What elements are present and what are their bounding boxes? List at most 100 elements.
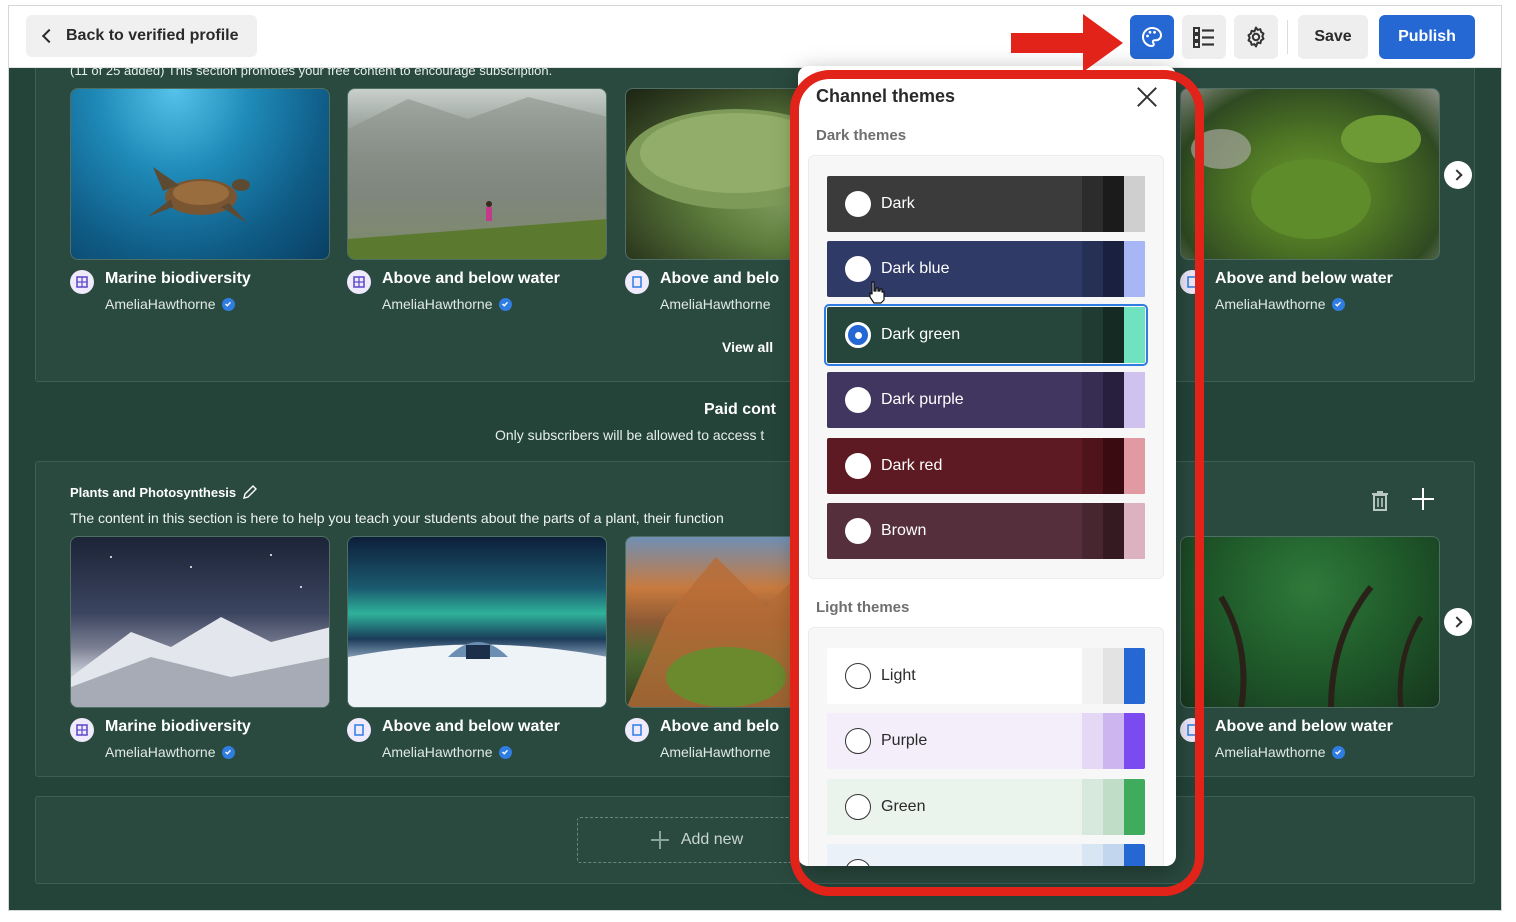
radio-button[interactable] <box>845 663 871 689</box>
author-name: AmeliaHawthorne <box>105 296 216 312</box>
dark-themes-list: Dark Dark blue Dark green Dark purple Da… <box>808 155 1164 579</box>
theme-label: Purple <box>881 732 928 749</box>
content-card[interactable]: Above and below water AmeliaHawthorne <box>347 88 607 324</box>
theme-label: Dark green <box>881 326 961 343</box>
theme-option-light[interactable]: Light <box>827 648 1145 704</box>
radio-button[interactable] <box>845 728 871 754</box>
swatch-3 <box>1124 307 1145 363</box>
grid-icon <box>70 718 94 742</box>
verified-check-icon <box>498 297 512 311</box>
theme-option-dark[interactable]: Dark <box>827 176 1145 232</box>
swatch-2 <box>1103 779 1124 835</box>
publish-button[interactable]: Publish <box>1379 15 1475 59</box>
verified-check-icon <box>498 745 512 759</box>
panel-title: Channel themes <box>816 86 956 106</box>
carousel-next-button[interactable] <box>1444 161 1472 189</box>
card-title: Above and belo <box>660 718 780 735</box>
radio-button[interactable] <box>845 256 871 282</box>
content-card[interactable]: Above and below water AmeliaHawthorne <box>347 536 607 772</box>
swatch-2 <box>1103 241 1124 297</box>
theme-label: Dark purple <box>881 391 964 408</box>
card-thumbnail <box>1180 88 1440 260</box>
channel-themes-panel: Channel themes Dark themes Dark Dark blu… <box>798 66 1176 866</box>
free-content-section: (11 of 25 added) This section promotes y… <box>35 46 1475 382</box>
paid-content-title: Paid cont <box>704 401 777 418</box>
palette-icon <box>1142 26 1163 48</box>
card-title: Above and below water <box>1215 718 1393 735</box>
radio-button-selected[interactable] <box>845 322 871 348</box>
swatch-3 <box>1124 503 1145 559</box>
content-card[interactable]: Above and below water AmeliaHawthorne <box>1180 88 1440 324</box>
swatch-1 <box>1082 779 1103 835</box>
themes-button[interactable] <box>1130 15 1174 59</box>
add-new-section-button[interactable]: Add new <box>577 817 817 863</box>
card-author: AmeliaHawthorne <box>382 296 512 312</box>
settings-button[interactable] <box>1234 15 1278 59</box>
theme-option-dark-green[interactable]: Dark green <box>824 304 1148 366</box>
content-card[interactable]: Above and below water AmeliaHawthorne <box>1180 536 1440 772</box>
carousel-next-button[interactable] <box>1444 608 1472 636</box>
swatch-2 <box>1103 438 1124 494</box>
card-thumbnail <box>70 88 330 260</box>
document-icon <box>347 718 371 742</box>
swatch-2 <box>1103 307 1124 363</box>
dark-themes-heading: Dark themes <box>816 127 907 144</box>
pencil-icon[interactable] <box>242 484 258 500</box>
swatch-3 <box>1124 438 1145 494</box>
card-author: AmeliaHawthorne <box>1215 744 1345 760</box>
content-card[interactable]: Marine biodiversity AmeliaHawthorne <box>70 88 330 324</box>
light-themes-heading: Light themes <box>816 599 910 616</box>
swatch-1 <box>1082 713 1103 769</box>
swatch-3 <box>1124 713 1145 769</box>
radio-button[interactable] <box>845 859 871 866</box>
verified-check-icon <box>221 745 235 759</box>
swatch-3 <box>1124 372 1145 428</box>
swatch-3 <box>1124 844 1145 866</box>
verified-check-icon <box>221 297 235 311</box>
mossy-rocks-image <box>1191 115 1421 239</box>
save-button[interactable]: Save <box>1298 15 1368 59</box>
swatch-1 <box>1082 372 1103 428</box>
radio-button[interactable] <box>845 387 871 413</box>
plants-section: Plants and Photosynthesis The content in… <box>35 461 1475 777</box>
theme-option-dark-red[interactable]: Dark red <box>827 438 1145 494</box>
author-name: AmeliaHawthorne <box>382 296 493 312</box>
theme-option-dark-purple[interactable]: Dark purple <box>827 372 1145 428</box>
add-content-plus-icon[interactable] <box>1412 488 1434 510</box>
close-icon[interactable] <box>1136 86 1158 108</box>
theme-option-purple[interactable]: Purple <box>827 713 1145 769</box>
radio-button[interactable] <box>845 518 871 544</box>
radio-button[interactable] <box>845 453 871 479</box>
chevron-right-icon <box>1450 169 1463 181</box>
radio-button[interactable] <box>845 794 871 820</box>
back-to-profile-button[interactable]: Back to verified profile <box>26 15 257 57</box>
section-title[interactable]: Plants and Photosynthesis <box>70 484 258 500</box>
section-title-text: Plants and Photosynthesis <box>70 484 237 500</box>
card-author: AmeliaHawthorne <box>660 296 771 312</box>
author-name: AmeliaHawthorne <box>1215 744 1326 760</box>
swatch-3 <box>1124 176 1145 232</box>
card-thumbnail <box>1180 536 1440 708</box>
author-name: AmeliaHawthorne <box>1215 296 1326 312</box>
editor-window: Back to verified profile Save Publish (1… <box>9 6 1501 910</box>
view-all-link[interactable]: View all <box>722 339 773 355</box>
sections-list-button[interactable] <box>1182 15 1226 59</box>
card-thumbnail <box>70 536 330 708</box>
theme-option-brown[interactable]: Brown <box>827 503 1145 559</box>
card-title: Above and below water <box>1215 270 1393 287</box>
radio-button[interactable] <box>845 191 871 217</box>
theme-option-partial[interactable] <box>827 844 1145 866</box>
swatch-1 <box>1082 307 1103 363</box>
swatch-3 <box>1124 779 1145 835</box>
light-themes-list: Light Purple Green <box>808 627 1164 866</box>
swatch-1 <box>1082 844 1103 866</box>
theme-label: Brown <box>881 522 927 539</box>
document-icon <box>1180 270 1204 294</box>
swatch-2 <box>1103 372 1124 428</box>
trash-icon[interactable] <box>1370 490 1390 512</box>
add-section-area: Add new <box>35 796 1475 884</box>
theme-option-green[interactable]: Green <box>827 779 1145 835</box>
theme-label: Dark <box>881 195 915 212</box>
list-icon <box>1193 27 1214 48</box>
content-card[interactable]: Marine biodiversity AmeliaHawthorne <box>70 536 330 772</box>
